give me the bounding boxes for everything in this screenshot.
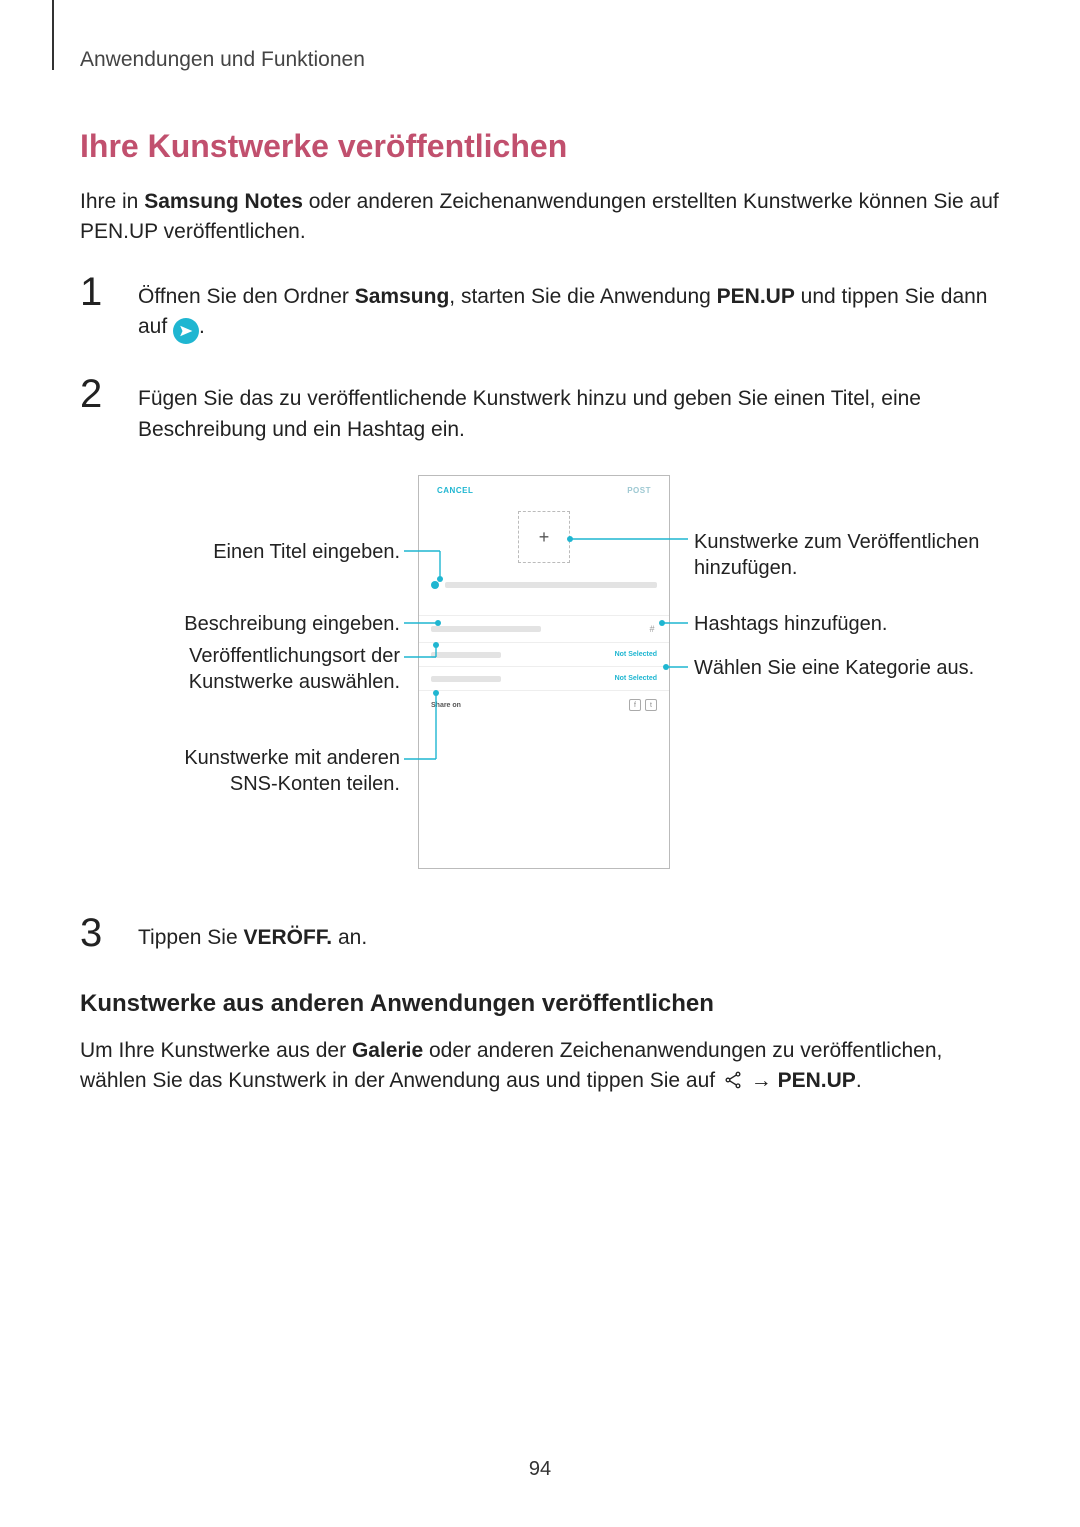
phone-category-row: Not Selected	[419, 666, 669, 690]
paper-plane-icon	[173, 318, 199, 344]
callout-text: Veröffentlichungsort der	[189, 645, 400, 667]
placeholder-bar	[431, 652, 501, 658]
step1-mid: , starten Sie die Anwendung	[449, 285, 716, 308]
step1-bold1: Samsung	[355, 285, 450, 308]
twitter-icon: t	[645, 699, 657, 711]
step3-bold: VERÖFF.	[243, 926, 332, 949]
placeholder-bar	[431, 626, 541, 632]
social-icons: f t	[629, 699, 657, 711]
para-other-apps: Um Ihre Kunstwerke aus der Galerie oder …	[80, 1036, 1000, 1100]
phone-add-artwork: +	[518, 511, 570, 563]
step-2: 2 Fügen Sie das zu veröffentlichende Kun…	[80, 374, 1000, 445]
placeholder-bar	[431, 676, 501, 682]
phone-frame: CANCEL POST + # Not Selected	[418, 475, 670, 869]
callout-text: SNS-Konten teilen.	[230, 773, 400, 795]
step3-post: an.	[332, 926, 367, 949]
callout-description: Beschreibung eingeben.	[80, 611, 400, 637]
step-3: 3 Tippen Sie VERÖFF. an.	[80, 913, 1000, 953]
step-1: 1 Öffnen Sie den Ordner Samsung, starten…	[80, 272, 1000, 344]
phone-title-row	[419, 577, 669, 597]
callout-category: Wählen Sie eine Kategorie aus.	[694, 655, 1014, 681]
phone-post: POST	[627, 486, 651, 495]
breadcrumb: Anwendungen und Funktionen	[80, 48, 1000, 72]
para2-period: .	[856, 1069, 862, 1092]
callout-add-artwork: Kunstwerke zum Veröffentlichen hinzufüge…	[694, 529, 1014, 581]
share-icon	[723, 1069, 743, 1099]
step1-text: Öffnen Sie den Ordner	[138, 285, 355, 308]
step-number: 1	[80, 272, 112, 344]
para2-bold2: PEN.UP	[778, 1069, 856, 1092]
callout-title: Einen Titel eingeben.	[80, 539, 400, 565]
callout-text: Kunstwerke auswählen.	[189, 671, 400, 693]
not-selected-text: Not Selected	[615, 675, 657, 682]
para2-bold1: Galerie	[352, 1039, 423, 1062]
para2-pre: Um Ihre Kunstwerke aus der	[80, 1039, 352, 1062]
section-heading: Ihre Kunstwerke veröffentlichen	[80, 128, 1000, 165]
step3-pre: Tippen Sie	[138, 926, 243, 949]
subsection-heading: Kunstwerke aus anderen Anwendungen veröf…	[80, 990, 1000, 1018]
callout-text: Kunstwerke mit anderen	[184, 747, 400, 769]
phone-share-row: Share on f t	[419, 690, 669, 719]
step-number: 3	[80, 913, 112, 953]
step1-period: .	[199, 315, 205, 338]
not-selected-text: Not Selected	[615, 651, 657, 658]
penup-diagram: CANCEL POST + # Not Selected	[80, 475, 1010, 895]
step-number: 2	[80, 374, 112, 445]
phone-collection-row: Not Selected	[419, 642, 669, 666]
callout-location: Veröffentlichungsort der Kunstwerke ausw…	[80, 643, 400, 695]
step1-bold2: PEN.UP	[717, 285, 795, 308]
callout-text: hinzufügen.	[694, 557, 797, 579]
step-body: Öffnen Sie den Ordner Samsung, starten S…	[138, 272, 1000, 344]
facebook-icon: f	[629, 699, 641, 711]
hashtag-icon: #	[647, 624, 657, 634]
step-body: Tippen Sie VERÖFF. an.	[138, 913, 1000, 953]
callout-text: Kunstwerke zum Veröffentlichen	[694, 531, 979, 553]
phone-description-row: #	[419, 615, 669, 642]
share-on-label: Share on	[431, 702, 461, 709]
side-rule	[52, 0, 54, 70]
phone-cancel: CANCEL	[437, 486, 473, 495]
dot-icon	[431, 581, 439, 589]
intro-text: Ihre in	[80, 190, 144, 213]
placeholder-bar	[445, 582, 657, 588]
step-body: Fügen Sie das zu veröffentlichende Kunst…	[138, 374, 1000, 445]
para2-arrow: →	[751, 1069, 778, 1092]
callout-sns: Kunstwerke mit anderen SNS-Konten teilen…	[80, 745, 400, 797]
callout-hashtag: Hashtags hinzufügen.	[694, 611, 1014, 637]
intro-paragraph: Ihre in Samsung Notes oder anderen Zeich…	[80, 187, 1000, 248]
intro-bold: Samsung Notes	[144, 190, 303, 213]
page-number: 94	[0, 1458, 1080, 1481]
